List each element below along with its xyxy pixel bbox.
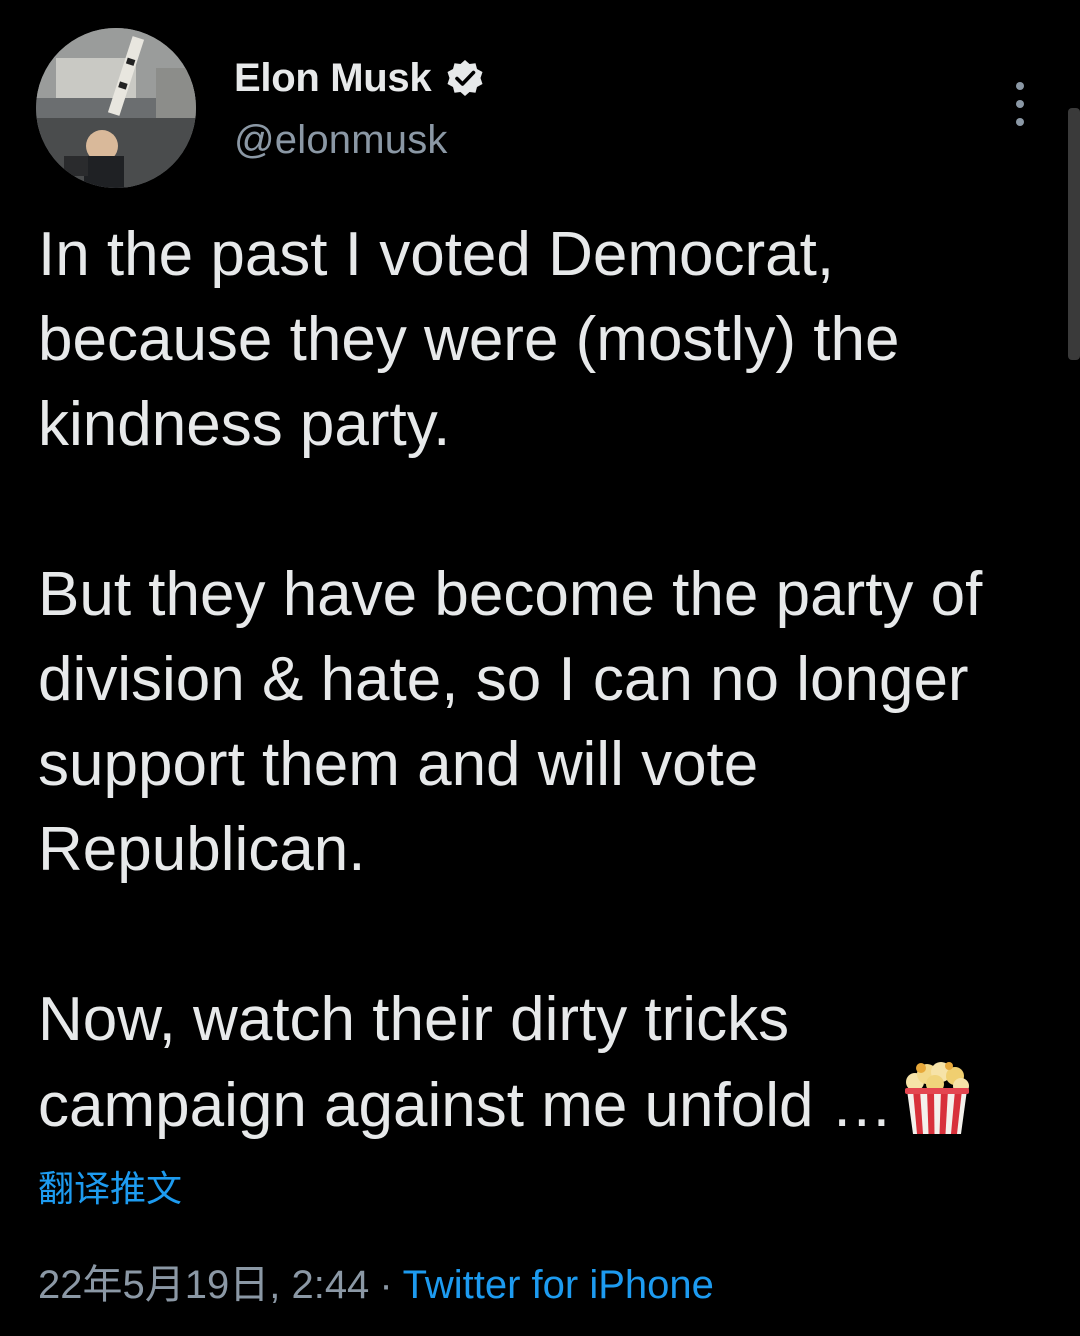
user-avatar[interactable]: [36, 28, 196, 188]
tweet-timestamp[interactable]: 22年5月19日, 2:44: [38, 1263, 369, 1307]
more-options-button[interactable]: [1004, 82, 1036, 126]
translate-tweet-link[interactable]: 翻译推文: [38, 1160, 182, 1212]
user-name-row: Elon Musk: [234, 50, 485, 106]
popcorn-icon: [904, 1062, 969, 1134]
verified-badge-icon: [447, 60, 483, 96]
meta-separator: ·: [379, 1263, 393, 1307]
tweet-paragraph: In the past I voted Democrat, because th…: [38, 220, 900, 459]
tweet-header: Elon Musk @elonmusk: [36, 28, 1036, 188]
more-vertical-icon: [1016, 82, 1024, 90]
more-vertical-icon-dot: [1016, 100, 1024, 108]
tweet-paragraph: But they have become the party of divisi…: [38, 560, 983, 884]
tweet-paragraph-last: Now, watch their dirty tricks campaign a…: [38, 977, 1048, 1148]
tweet-detail: Elon Musk @elonmusk In the past I voted …: [0, 0, 1080, 1336]
scrollbar[interactable]: [1068, 108, 1080, 360]
more-vertical-icon-dot: [1016, 118, 1024, 126]
tweet-text: In the past I voted Democrat, because th…: [38, 212, 1048, 1148]
tweet-meta: 22年5月19日, 2:44 · Twitter for iPhone: [38, 1252, 714, 1310]
avatar-photo-icon: [36, 28, 196, 188]
user-handle[interactable]: @elonmusk: [234, 118, 448, 163]
display-name[interactable]: Elon Musk: [234, 56, 432, 101]
tweet-source-link[interactable]: Twitter for iPhone: [403, 1263, 714, 1307]
tweet-paragraph-text: Now, watch their dirty tricks campaign a…: [38, 985, 893, 1140]
